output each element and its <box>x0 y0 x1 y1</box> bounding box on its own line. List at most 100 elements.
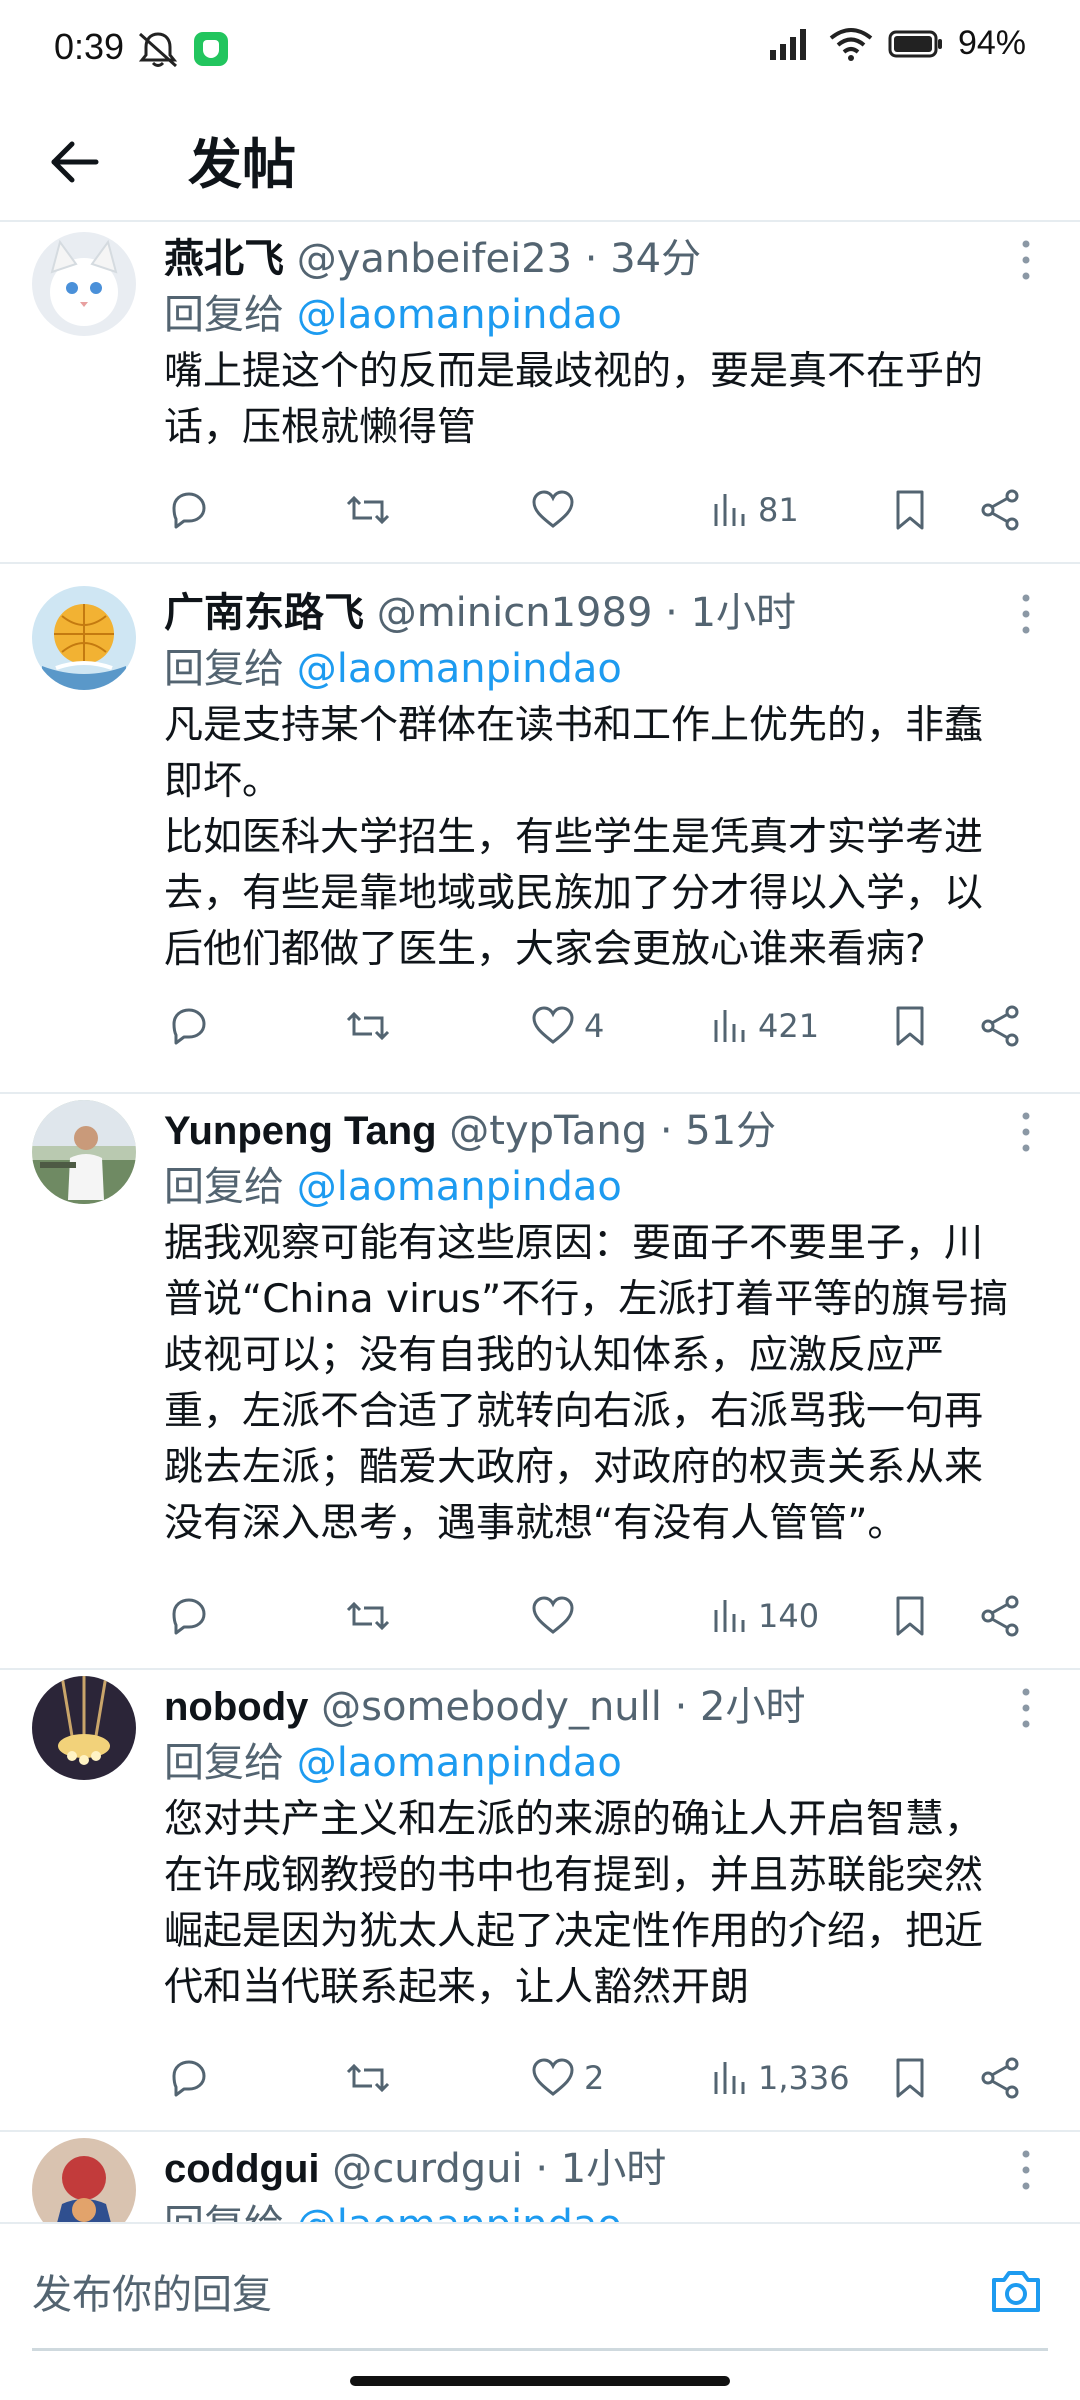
tweet-time: 2小时 <box>700 1684 806 1730</box>
like-button[interactable]: 4 <box>530 996 604 1056</box>
reply-prefix: 回复给 <box>164 1164 284 1210</box>
view-count: 81 <box>758 491 799 529</box>
retweet-icon <box>346 1011 390 1041</box>
page-title: 发帖 <box>188 133 296 196</box>
home-indicator[interactable] <box>350 2376 730 2386</box>
tweet-time: 34分 <box>610 236 702 282</box>
tweet-text: 凡是支持某个群体在读书和工作上优先的，非蠢 即坏。 比如医科大学招生，有些学生是… <box>164 703 984 972</box>
share-icon <box>981 1595 1019 1637</box>
more-vertical-icon[interactable] <box>1016 2148 1036 2192</box>
author-handle[interactable]: @yanbeifei23 <box>297 236 572 282</box>
retweet-icon <box>346 1601 390 1631</box>
status-bar: 0:39 94% <box>0 0 1080 100</box>
more-vertical-icon[interactable] <box>1016 592 1036 636</box>
heart-icon <box>532 490 574 528</box>
comment-icon <box>172 2060 206 2097</box>
heart-icon <box>532 1596 574 1634</box>
share-button[interactable] <box>978 1586 1022 1646</box>
bookmark-button[interactable] <box>890 2048 930 2108</box>
bookmark-icon <box>896 1596 924 1636</box>
reply-prefix: 回复给 <box>164 292 284 338</box>
reply-button[interactable] <box>166 2048 210 2108</box>
reply-button[interactable] <box>166 996 210 1056</box>
camera-icon[interactable] <box>988 2264 1044 2320</box>
like-button[interactable] <box>530 480 584 540</box>
tweet[interactable]: 燕北飞 @yanbeifei23 · 34分 回复给 @laomanpindao… <box>0 224 1080 564</box>
comment-icon <box>172 492 206 529</box>
reply-mention-link[interactable]: @laomanpindao <box>297 1164 622 1210</box>
bookmark-button[interactable] <box>890 480 930 540</box>
tweet[interactable]: coddgui @curdgui · 1小时 回复给 @laomanpindao <box>0 2134 1080 2224</box>
reply-input[interactable] <box>32 2260 932 2330</box>
separator-dot: · <box>659 1108 673 1154</box>
author-handle[interactable]: @typTang <box>449 1108 647 1154</box>
tweet[interactable]: Yunpeng Tang @typTang · 51分 回复给 @laomanp… <box>0 1096 1080 1670</box>
tweet-header: Yunpeng Tang @typTang · 51分 <box>164 1102 1010 1160</box>
author-name[interactable]: 广南东路飞 <box>164 591 364 635</box>
status-time: 0:39 <box>54 26 125 67</box>
avatar[interactable] <box>32 586 136 690</box>
retweet-button[interactable] <box>344 480 392 540</box>
share-button[interactable] <box>978 2048 1022 2108</box>
reply-button[interactable] <box>166 480 210 540</box>
author-name[interactable]: 燕北飞 <box>164 237 284 281</box>
tweet-header: 燕北飞 @yanbeifei23 · 34分 <box>164 230 1010 288</box>
share-button[interactable] <box>978 480 1022 540</box>
arrow-left-icon[interactable] <box>42 130 106 194</box>
avatar[interactable] <box>32 1100 136 1204</box>
reply-feed[interactable]: 燕北飞 @yanbeifei23 · 34分 回复给 @laomanpindao… <box>0 224 1080 2224</box>
reply-mention-link[interactable]: @laomanpindao <box>297 292 622 338</box>
like-button[interactable] <box>530 1586 584 1646</box>
share-button[interactable] <box>978 996 1022 1056</box>
tweet[interactable]: 广南东路飞 @minicn1989 · 1小时 回复给 @laomanpinda… <box>0 578 1080 1094</box>
views-button[interactable]: 421 <box>710 996 819 1056</box>
retweet-button[interactable] <box>344 996 392 1056</box>
author-handle[interactable]: @curdgui <box>332 2146 522 2192</box>
heart-icon <box>532 2058 574 2096</box>
views-button[interactable]: 81 <box>710 480 799 540</box>
bookmark-button[interactable] <box>890 1586 930 1646</box>
bookmark-icon <box>896 1006 924 1046</box>
author-handle[interactable]: @minicn1989 <box>377 590 653 636</box>
comment-icon <box>172 1008 206 1045</box>
bookmark-icon <box>896 2058 924 2098</box>
bar-chart-icon <box>714 2062 745 2094</box>
reply-to-line: 回复给 @laomanpindao <box>164 1734 622 1792</box>
battery-icon <box>888 30 942 57</box>
tweet-text: 嘴上提这个的反而是最歧视的，要是真不在乎的 话，压根就懒得管 <box>164 349 984 450</box>
author-name[interactable]: coddgui <box>164 2147 320 2191</box>
tweet[interactable]: nobody @somebody_null · 2小时 回复给 @laomanp… <box>0 1672 1080 2132</box>
bookmark-button[interactable] <box>890 996 930 1056</box>
like-button[interactable]: 2 <box>530 2048 604 2108</box>
author-name[interactable]: Yunpeng Tang <box>164 1109 437 1153</box>
retweet-button[interactable] <box>344 1586 392 1646</box>
view-count: 421 <box>758 1007 820 1045</box>
author-handle[interactable]: @somebody_null <box>321 1684 662 1730</box>
like-count: 2 <box>584 2059 605 2097</box>
avatar[interactable] <box>32 232 136 336</box>
author-name[interactable]: nobody <box>164 1685 308 1729</box>
reply-mention-link[interactable]: @laomanpindao <box>297 646 622 692</box>
reply-mention-link[interactable]: @laomanpindao <box>297 1740 622 1786</box>
tweet-time: 1小时 <box>690 590 797 636</box>
more-vertical-icon[interactable] <box>1016 238 1036 282</box>
bookmark-icon <box>896 490 924 530</box>
reply-to-line: 回复给 @laomanpindao <box>164 640 622 698</box>
views-button[interactable]: 140 <box>710 1586 819 1646</box>
reply-to-line: 回复给 @laomanpindao <box>164 2196 622 2224</box>
retweet-button[interactable] <box>344 2048 392 2108</box>
more-vertical-icon[interactable] <box>1016 1110 1036 1154</box>
views-button[interactable]: 1,336 <box>710 2048 850 2108</box>
input-underline <box>32 2348 1048 2351</box>
bar-chart-icon <box>714 494 745 526</box>
reply-to-line: 回复给 @laomanpindao <box>164 286 622 344</box>
avatar[interactable] <box>32 2138 136 2224</box>
tweet-header: nobody @somebody_null · 2小时 <box>164 1678 1010 1736</box>
avatar[interactable] <box>32 1676 136 1780</box>
app-notification-icon <box>194 32 228 66</box>
reply-to-line: 回复给 @laomanpindao <box>164 1158 622 1216</box>
heart-icon <box>532 1006 574 1044</box>
reply-button[interactable] <box>166 1586 210 1646</box>
more-vertical-icon[interactable] <box>1016 1686 1036 1730</box>
reply-mention-link[interactable]: @laomanpindao <box>297 2202 622 2224</box>
